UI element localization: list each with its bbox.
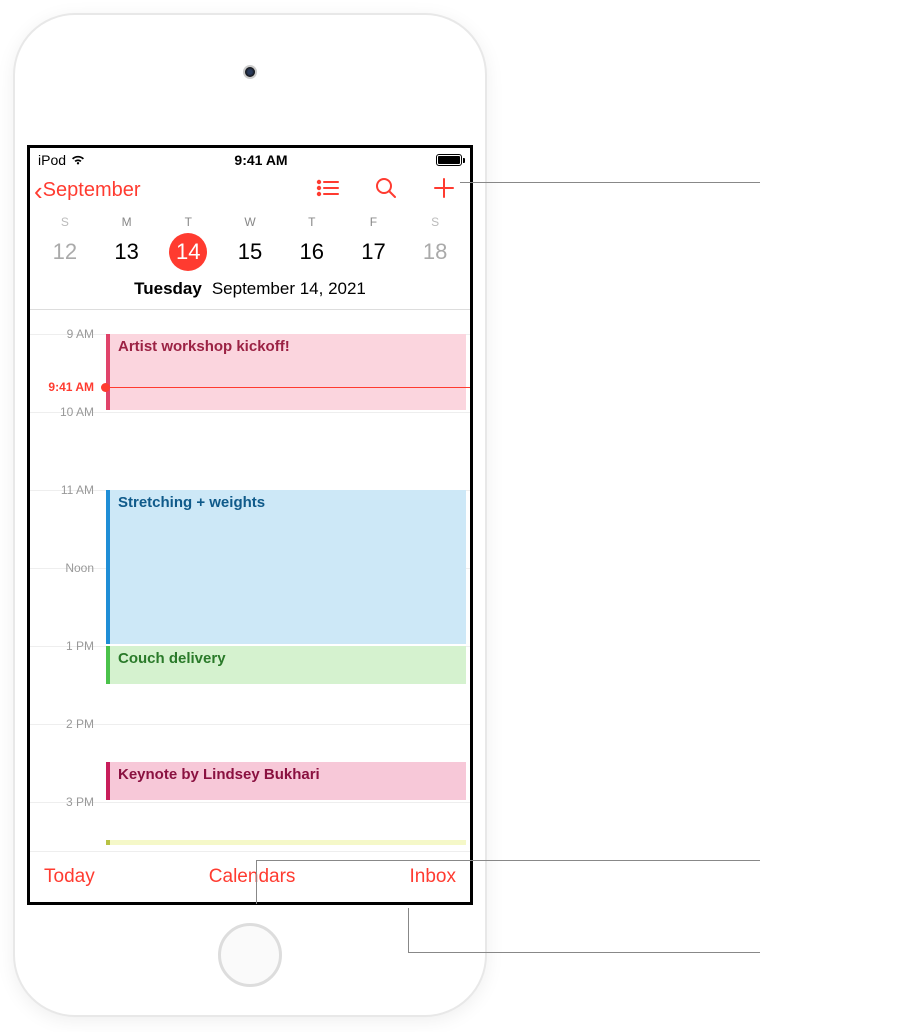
hour-label: 3 PM — [30, 795, 100, 809]
screen: iPod 9:41 AM ‹ September — [27, 145, 473, 905]
current-day-name: Tuesday — [134, 279, 202, 298]
current-full-date: September 14, 2021 — [212, 279, 366, 298]
now-dot-icon — [101, 383, 110, 392]
back-button[interactable]: ‹ September — [34, 178, 141, 204]
carrier-label: iPod — [38, 152, 66, 168]
hour-label: 1 PM — [30, 639, 100, 653]
callout-line — [256, 860, 257, 904]
device-frame: iPod 9:41 AM ‹ September — [15, 15, 485, 1015]
status-bar: iPod 9:41 AM — [30, 148, 470, 170]
timeline[interactable]: 9 AM 10 AM 11 AM Noon 1 PM 2 PM 3 PM Art… — [30, 310, 470, 854]
week-dates: 12 13 14 15 16 17 18 — [30, 229, 470, 279]
list-view-icon[interactable] — [316, 178, 340, 203]
event-block[interactable]: Couch delivery — [106, 646, 466, 684]
status-time: 9:41 AM — [234, 152, 287, 168]
event-block[interactable]: Keynote by Lindsey Bukhari — [106, 762, 466, 800]
event-strip[interactable] — [106, 840, 466, 845]
date-cell[interactable]: 18 — [404, 233, 466, 271]
callout-line — [256, 860, 760, 861]
date-cell[interactable]: 12 — [34, 233, 96, 271]
event-block[interactable]: Artist workshop kickoff! — [106, 334, 466, 410]
hour-label: Noon — [30, 561, 100, 575]
search-icon[interactable] — [374, 176, 398, 205]
dow-label: M — [96, 215, 158, 229]
now-time-label: 9:41 AM — [30, 380, 100, 394]
callout-line — [408, 952, 760, 953]
chevron-left-icon: ‹ — [34, 178, 43, 204]
current-date: Tuesday September 14, 2021 — [30, 279, 470, 309]
dow-label: S — [34, 215, 96, 229]
hour-label: 11 AM — [30, 483, 100, 497]
wifi-icon — [70, 154, 86, 166]
hour-label: 10 AM — [30, 405, 100, 419]
date-cell[interactable]: 17 — [343, 233, 405, 271]
add-icon[interactable] — [432, 176, 456, 205]
date-cell[interactable]: 15 — [219, 233, 281, 271]
callout-line — [460, 182, 760, 183]
battery-icon — [436, 154, 462, 166]
home-button[interactable] — [218, 923, 282, 987]
date-cell[interactable]: 13 — [96, 233, 158, 271]
hour-label: 2 PM — [30, 717, 100, 731]
date-cell-selected[interactable]: 14 — [157, 233, 219, 271]
dow-label: W — [219, 215, 281, 229]
date-cell[interactable]: 16 — [281, 233, 343, 271]
today-button[interactable]: Today — [44, 866, 95, 888]
front-camera — [243, 65, 257, 79]
bottom-toolbar: Today Calendars Inbox — [30, 851, 470, 902]
now-line — [106, 387, 470, 388]
event-block[interactable]: Stretching + weights — [106, 490, 466, 644]
day-of-week-header: S M T W T F S — [30, 215, 470, 229]
dow-label: T — [281, 215, 343, 229]
calendars-button[interactable]: Calendars — [209, 866, 296, 888]
dow-label: T — [157, 215, 219, 229]
back-label: September — [43, 179, 141, 202]
inbox-button[interactable]: Inbox — [410, 866, 456, 888]
nav-bar: ‹ September — [30, 170, 470, 215]
dow-label: F — [343, 215, 405, 229]
dow-label: S — [404, 215, 466, 229]
hour-label: 9 AM — [30, 327, 100, 341]
callout-line — [408, 908, 409, 952]
